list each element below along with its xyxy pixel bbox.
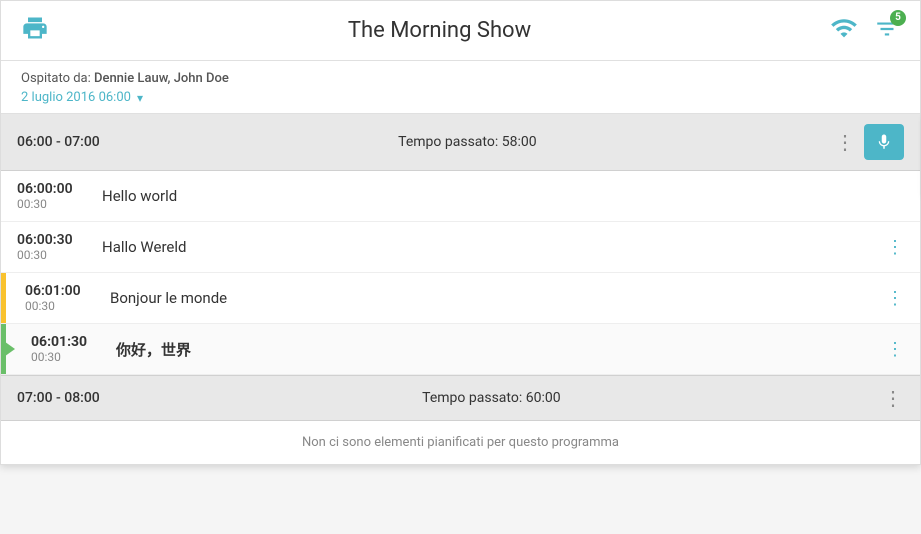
schedule-item-1: 06:00:00 00:30 Hello world bbox=[1, 171, 920, 222]
active-arrow-icon bbox=[1, 339, 15, 359]
page-title: The Morning Show bbox=[348, 18, 531, 43]
mic-button-1[interactable] bbox=[864, 124, 904, 160]
tempo-passato-1: Tempo passato: 58:00 bbox=[100, 134, 835, 150]
date-link[interactable]: 2 luglio 2016 06:00 bbox=[21, 90, 131, 105]
host-info: Ospitato da: Dennie Lauw, John Doe bbox=[21, 71, 900, 86]
schedule-item-3: 06:01:00 00:30 Bonjour le monde ⋮ bbox=[1, 273, 920, 324]
time-block-header-1: 06:00 - 07:00 Tempo passato: 58:00 ⋮ mod… bbox=[1, 114, 920, 171]
item-title-4: 你好，世界 bbox=[116, 339, 886, 360]
footer-text: Non ci sono elementi pianificati per que… bbox=[302, 435, 619, 450]
time-info-4: 06:01:30 00:30 bbox=[31, 334, 106, 364]
hosted-by-label: Ospitato da: bbox=[21, 71, 91, 86]
time-range-1: 06:00 - 07:00 bbox=[17, 134, 100, 150]
item-dots-2[interactable]: ⋮ bbox=[886, 237, 904, 258]
block-dots-icon-1[interactable]: ⋮ bbox=[835, 130, 856, 154]
item-duration-2: 00:30 bbox=[17, 248, 92, 262]
footer: Non ci sono elementi pianificati per que… bbox=[1, 421, 920, 464]
schedule-item-4: 06:01:30 00:30 你好，世界 ⋮ bbox=[1, 324, 920, 375]
item-title-1: Hello world bbox=[102, 187, 904, 205]
item-time-4: 06:01:30 bbox=[31, 334, 106, 350]
app-container: The Morning Show 5 Ospitato da: Dennie L… bbox=[0, 0, 921, 465]
block-dots-icon-2[interactable]: ⋮ bbox=[883, 386, 904, 410]
schedule-item-2: 06:00:30 00:30 Hallo Wereld ⋮ bbox=[1, 222, 920, 273]
date-row: 2 luglio 2016 06:00 ▾ bbox=[21, 90, 900, 105]
tempo-passato-2: Tempo passato: 60:00 bbox=[100, 390, 883, 406]
item-time-2: 06:00:30 bbox=[17, 232, 92, 248]
item-dots-3[interactable]: ⋮ bbox=[886, 288, 904, 309]
item-duration-3: 00:30 bbox=[25, 299, 100, 313]
signal-icon[interactable] bbox=[830, 14, 858, 48]
item-time-3: 06:01:00 bbox=[25, 283, 100, 299]
header-left bbox=[21, 14, 49, 48]
header: The Morning Show 5 bbox=[1, 1, 920, 61]
time-info-3: 06:01:00 00:30 bbox=[25, 283, 100, 313]
item-dots-4[interactable]: ⋮ bbox=[886, 339, 904, 360]
item-duration-4: 00:30 bbox=[31, 350, 106, 364]
date-chevron-icon[interactable]: ▾ bbox=[137, 91, 143, 105]
item-title-3: Bonjour le monde bbox=[110, 289, 886, 307]
item-duration-1: 00:30 bbox=[17, 197, 92, 211]
time-info-1: 06:00:00 00:30 bbox=[17, 181, 92, 211]
item-time-1: 06:00:00 bbox=[17, 181, 92, 197]
sub-header: Ospitato da: Dennie Lauw, John Doe 2 lug… bbox=[1, 61, 920, 114]
filter-badge: 5 bbox=[890, 10, 906, 26]
block-header-actions-1: ⋮ modello vuoto New template bbox=[835, 124, 904, 160]
hosts-text: Dennie Lauw, John Doe bbox=[94, 71, 229, 86]
item-title-2: Hallo Wereld bbox=[102, 238, 886, 256]
header-right: 5 bbox=[830, 14, 900, 48]
filter-icon-wrapper[interactable]: 5 bbox=[874, 16, 900, 46]
time-range-2: 07:00 - 08:00 bbox=[17, 390, 100, 406]
printer-icon[interactable] bbox=[21, 14, 49, 48]
time-block-header-2: 07:00 - 08:00 Tempo passato: 60:00 ⋮ bbox=[1, 375, 920, 421]
header-center: The Morning Show bbox=[49, 18, 830, 43]
time-info-2: 06:00:30 00:30 bbox=[17, 232, 92, 262]
